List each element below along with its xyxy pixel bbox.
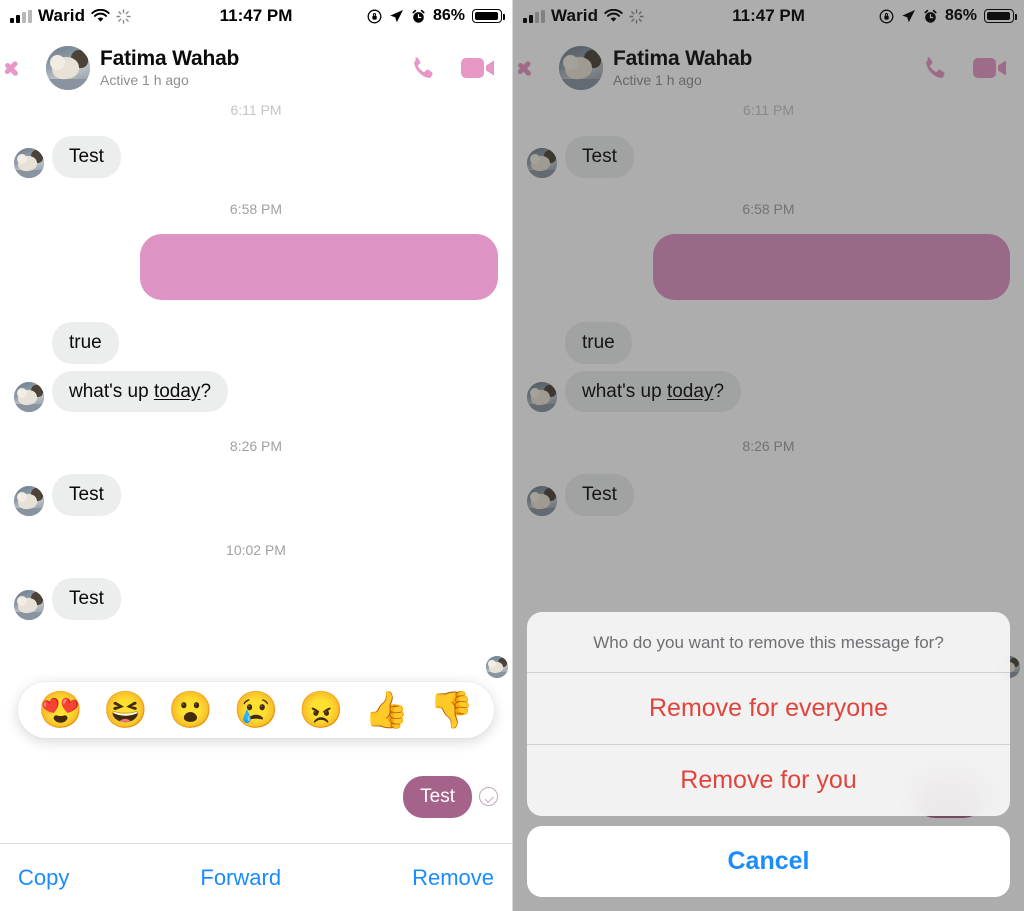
- alarm-clock-icon: [412, 9, 425, 23]
- signal-bars-icon: [10, 9, 32, 23]
- header-actions: [407, 53, 496, 84]
- remove-for-you-button[interactable]: Remove for you: [527, 744, 1010, 816]
- laughing-reaction[interactable]: 😆: [103, 692, 148, 728]
- reaction-picker[interactable]: 😍 😆 😮 😢 😠 👍 👎: [18, 682, 494, 738]
- phone-icon[interactable]: [407, 53, 438, 84]
- status-bar-right: 86%: [367, 7, 505, 25]
- sync-spinner-icon: [116, 8, 131, 24]
- forward-button[interactable]: Forward: [198, 861, 283, 895]
- video-camera-icon[interactable]: [460, 55, 496, 81]
- copy-button[interactable]: Copy: [16, 861, 71, 895]
- action-sheet-group: Who do you want to remove this message f…: [527, 612, 1010, 816]
- location-arrow-icon: [390, 9, 403, 22]
- message-bubble[interactable]: Test: [52, 136, 121, 178]
- page-title: Fatima Wahab: [100, 46, 240, 70]
- avatar: [14, 382, 44, 413]
- message-timestamp: 6:11 PM: [230, 104, 282, 118]
- carrier-label: Warid: [38, 6, 86, 25]
- message-timestamp: 6:58 PM: [229, 200, 283, 217]
- message-row-incoming-selected[interactable]: Test: [0, 578, 512, 620]
- angry-reaction[interactable]: 😠: [299, 692, 344, 728]
- message-row-incoming[interactable]: true: [0, 321, 512, 364]
- back-chevron-icon[interactable]: [10, 47, 36, 89]
- date-link[interactable]: today: [154, 381, 200, 402]
- message-timestamp: 8:26 PM: [229, 438, 283, 455]
- avatar: [14, 147, 44, 178]
- contact-info[interactable]: Fatima Wahab Active 1 h ago: [100, 47, 397, 89]
- message-bubble[interactable]: true: [52, 321, 119, 364]
- rotation-lock-icon: [367, 9, 382, 23]
- delivered-check-icon: [479, 787, 498, 807]
- avatar: [486, 656, 508, 678]
- avatar: [14, 589, 44, 620]
- chat-header: Fatima Wahab Active 1 h ago: [0, 32, 512, 104]
- sad-reaction[interactable]: 😢: [234, 692, 279, 728]
- two-panel-screenshot: Warid 11:47 PM 86% Fatima Wahab Active 1…: [0, 0, 1024, 911]
- heart-eyes-reaction[interactable]: 😍: [38, 692, 83, 728]
- message-bubble-with-link[interactable]: what's up today?: [52, 370, 229, 413]
- message-row-outgoing-selected[interactable]: Test: [0, 776, 512, 818]
- battery-percent-label: 86%: [432, 7, 465, 24]
- message-timestamp: 10:02 PM: [226, 542, 286, 558]
- conversation-list[interactable]: 6:11 PM Test 6:58 PM true what's up toda…: [0, 104, 512, 911]
- message-row-incoming[interactable]: Test: [0, 136, 512, 178]
- status-bar: Warid 11:47 PM 86%: [0, 0, 512, 32]
- remove-button[interactable]: Remove: [410, 861, 496, 895]
- surprised-reaction[interactable]: 😮: [168, 692, 213, 728]
- battery-icon: [472, 9, 505, 23]
- message-action-bar: Copy Forward Remove: [0, 843, 512, 911]
- action-sheet-title: Who do you want to remove this message f…: [527, 612, 1010, 673]
- right-screen: Warid 11:47 PM 86% Fatima Wahab Active 1…: [512, 0, 1024, 911]
- message-bubble-redacted[interactable]: [139, 233, 498, 300]
- avatar: [14, 486, 44, 516]
- status-bar-left: Warid: [10, 6, 131, 26]
- remove-action-sheet: Who do you want to remove this message f…: [527, 612, 1010, 897]
- active-status-label: Active 1 h ago: [100, 71, 189, 88]
- wifi-icon: [91, 9, 110, 22]
- left-screen: Warid 11:47 PM 86% Fatima Wahab Active 1…: [0, 0, 512, 911]
- avatar[interactable]: [46, 46, 90, 90]
- message-row-outgoing[interactable]: [0, 233, 512, 300]
- cancel-button[interactable]: Cancel: [527, 826, 1010, 897]
- message-row-incoming[interactable]: Test: [0, 474, 512, 516]
- thumbs-up-reaction[interactable]: 👍: [364, 692, 409, 728]
- thumbs-down-reaction[interactable]: 👎: [429, 692, 474, 728]
- message-bubble-selected[interactable]: Test: [403, 776, 472, 818]
- remove-for-everyone-button[interactable]: Remove for everyone: [527, 673, 1010, 744]
- message-bubble[interactable]: Test: [52, 474, 121, 516]
- message-row-incoming[interactable]: what's up today?: [0, 370, 512, 413]
- message-bubble[interactable]: Test: [52, 578, 121, 620]
